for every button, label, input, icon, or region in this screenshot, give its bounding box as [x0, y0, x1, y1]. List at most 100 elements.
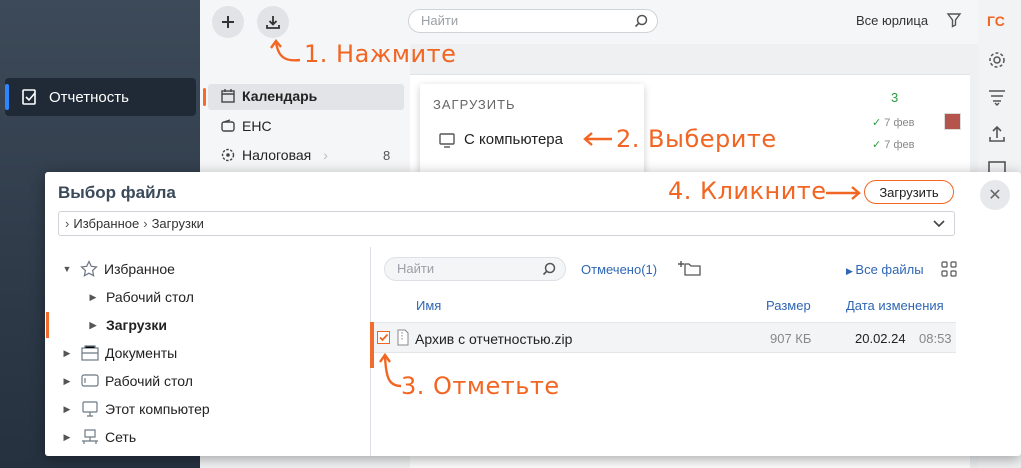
wallet-icon [221, 119, 235, 132]
tree-item-desktop-fav[interactable]: ▶ Рабочий стол [88, 286, 194, 308]
nav-item-label: Отчетность [49, 88, 129, 106]
feed-date-2: ✓ 7 фев [872, 138, 914, 151]
chevron-right-icon: › [323, 147, 328, 163]
section-calendar-label: Календарь [242, 88, 318, 104]
files-search-placeholder: Найти [397, 261, 435, 276]
tree-item-label: Документы [105, 345, 178, 361]
close-icon: ✕ [988, 187, 1002, 204]
tree-item-downloads[interactable]: ▶ Загрузки [88, 314, 167, 336]
breadcrumb-downloads[interactable]: Загрузки [152, 216, 204, 231]
section-tax-count: 8 [383, 148, 391, 163]
column-header-name[interactable]: Имя [416, 298, 441, 313]
nav-item-reports[interactable]: Отчетность [5, 78, 196, 116]
section-ens-label: ЕНС [242, 118, 272, 134]
caret-right-icon: ▶ [846, 266, 856, 276]
upload-menu-header: ЗАГРУЗИТЬ [433, 97, 516, 112]
feed-date-1: ✓ 7 фев [872, 116, 914, 129]
annotation-step2: 2. Выберите [616, 125, 777, 153]
caret-right-icon: ▶ [63, 347, 71, 358]
annotation-step1: 1. Нажмите [304, 40, 457, 68]
feed-count: 3 [891, 90, 899, 105]
new-folder-icon[interactable] [677, 259, 703, 277]
active-indicator [5, 84, 9, 110]
tax-icon [221, 148, 235, 162]
gear-icon[interactable] [987, 50, 1007, 70]
tree-item-favorites[interactable]: ▼ Избранное [62, 258, 175, 280]
entities-filter[interactable]: Все юрлица [856, 13, 928, 28]
section-tax-label: Налоговая [242, 147, 312, 163]
monitor-icon [439, 132, 455, 148]
monitor-icon [82, 401, 98, 417]
caret-down-icon: ▼ [62, 264, 72, 274]
arrow-step1 [270, 39, 301, 62]
feed-date-1-text: 7 фев [884, 117, 915, 129]
tree-item-label: Этот компьютер [105, 401, 210, 417]
all-files-label: Все файлы [855, 262, 924, 277]
desktop-icon [81, 374, 99, 387]
search-icon [542, 262, 556, 276]
file-name: Архив с отчетностью.zip [415, 331, 573, 347]
check-icon: ✓ [872, 117, 885, 129]
annotation-step4: 4. Кликните [668, 177, 827, 205]
all-files-dropdown[interactable]: ▶ Все файлы [846, 262, 924, 277]
caret-right-icon: ▶ [63, 403, 71, 414]
file-checkbox[interactable] [377, 331, 390, 344]
tree-item-network[interactable]: ▶ Сеть [62, 426, 137, 448]
tree-item-documents[interactable]: ▶ Документы [62, 342, 178, 364]
grid-view-icon[interactable] [941, 261, 957, 277]
file-time: 08:53 [919, 331, 952, 346]
plus-icon [222, 16, 234, 28]
check-icon: ✓ [872, 139, 885, 151]
file-row-marker [370, 322, 374, 368]
file-date: 20.02.24 [855, 331, 906, 346]
tree-item-label: Рабочий стол [105, 373, 193, 389]
filter-icon[interactable] [946, 12, 962, 28]
files-search-input[interactable]: Найти [384, 257, 566, 281]
search-placeholder: Найти [421, 13, 459, 28]
tree-item-desktop[interactable]: ▶ Рабочий стол [62, 370, 193, 392]
breadcrumb[interactable]: › Избранное › Загрузки [58, 211, 955, 236]
chevron-down-icon[interactable] [932, 219, 946, 229]
section-tax[interactable]: Налоговая › [220, 147, 328, 163]
annotation-step3: 3. Отметьте [401, 372, 560, 400]
marked-filter-link[interactable]: Отмечено(1) [581, 262, 657, 277]
arrow-step2 [583, 132, 612, 146]
section-calendar[interactable]: Календарь [220, 88, 317, 104]
chevron-right-icon: › [65, 216, 70, 231]
upload-icon[interactable] [987, 124, 1007, 144]
tree-selected-marker [46, 312, 49, 338]
section-ens[interactable]: ЕНС [220, 118, 272, 134]
upload-from-computer-label: С компьютера [464, 131, 563, 148]
arrow-step4 [826, 186, 861, 200]
tree-item-this-computer[interactable]: ▶ Этот компьютер [62, 398, 210, 420]
column-header-size[interactable]: Размер [766, 298, 811, 313]
tree-item-label: Рабочий стол [106, 289, 194, 305]
documents-icon [81, 345, 99, 361]
tree-item-label: Избранное [104, 261, 175, 277]
report-icon [22, 89, 36, 105]
upload-from-computer[interactable]: С компьютера [438, 131, 563, 148]
zip-file-icon [397, 329, 409, 346]
upload-button[interactable]: Загрузить [864, 180, 954, 204]
file-size: 907 КБ [770, 331, 812, 346]
search-input[interactable]: Найти [408, 9, 658, 33]
caret-right-icon: ▶ [63, 431, 71, 442]
section-active-marker [203, 88, 206, 106]
network-icon [82, 429, 98, 444]
user-avatar[interactable]: ГС [987, 13, 1005, 29]
breadcrumb-favorites[interactable]: Избранное [73, 216, 139, 231]
sort-icon[interactable] [987, 88, 1007, 106]
caret-right-icon: ▶ [89, 291, 97, 302]
feed-date-2-text: 7 фев [884, 139, 915, 151]
check-icon [379, 333, 389, 342]
close-button[interactable]: ✕ [980, 180, 1010, 210]
download-button[interactable] [257, 6, 289, 38]
add-button[interactable] [212, 6, 244, 38]
caret-right-icon: ▶ [63, 375, 71, 386]
tree-item-label: Загрузки [106, 317, 167, 333]
download-icon [266, 16, 280, 29]
column-header-date[interactable]: Дата изменения [846, 298, 944, 313]
calendar-icon [221, 89, 235, 103]
chevron-right-icon: › [143, 216, 148, 231]
user-photo [944, 113, 961, 130]
